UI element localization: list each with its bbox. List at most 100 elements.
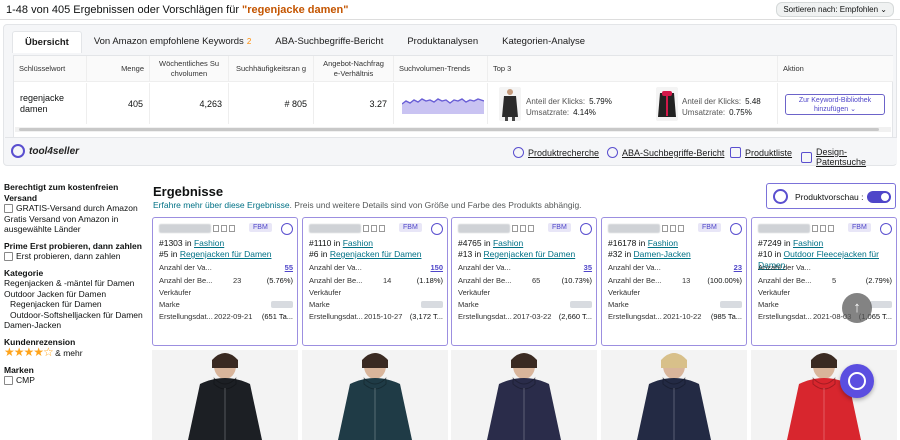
variants-row: Anzahl der Va... 150 [309,263,443,273]
copy-icon[interactable] [670,225,676,232]
fulfillment-badge: FBM [399,223,422,232]
row-label: Marke [309,300,330,309]
tool4seller-logo-icon[interactable] [730,223,742,235]
product-image[interactable] [451,350,597,440]
top3-product-image-2[interactable] [656,87,678,121]
row-label: Anzahl der Va... [758,263,811,272]
link-design-patent-search[interactable]: Design-Patentsuche [801,147,897,167]
row-label: Erstellungsdat... [309,312,363,321]
variants-count-link[interactable]: 55 [285,263,293,272]
created-date: 2021-10-22 [663,312,702,321]
jacket-image [302,350,448,440]
filter-brand-cmp[interactable]: CMP [4,375,144,386]
link-product-research[interactable]: Produktrecherche [513,147,599,158]
category-link[interactable]: Damen-Jacken [4,320,144,331]
target-icon [513,147,524,158]
copy-icon[interactable] [828,225,834,232]
filter-four-stars[interactable]: ★★★★☆ & mehr [4,346,144,359]
checkbox[interactable] [4,204,13,213]
created-row: Erstellungsdat... 2021-10-22 (985 Ta... [608,312,742,322]
copy-icon[interactable] [221,225,227,232]
tab-product-analysis[interactable]: Produktanalysen [395,31,490,53]
rank-line: #1303 in Fashion [159,238,225,248]
rank-category-link[interactable]: Regenjacken für Damen [180,249,272,259]
conversion-rate: Umsatzrate: 4.14% [526,107,612,118]
filter-heading-free-shipping: Berechtigt zum kostenfreien Versand [4,182,119,203]
copy-icon[interactable] [528,225,534,232]
rank-category-link[interactable]: Regenjacken für Damen [330,249,422,259]
category-link[interactable]: Regenjacken für Damen [4,299,144,310]
rank-category-link[interactable]: Fashion [793,238,823,248]
col-quantity: Menge [87,56,150,82]
row-label: Erstellungsdat... [758,312,812,321]
link-product-list[interactable]: Produktliste [730,147,792,158]
tool4seller-logo-icon[interactable] [580,223,592,235]
table-horizontal-scrollbar[interactable] [15,127,891,132]
rank-category-link[interactable]: Fashion [648,238,678,248]
variants-count-link[interactable]: 150 [430,263,443,272]
product-image[interactable] [302,350,448,440]
tool4seller-logo-icon[interactable] [281,223,293,235]
category-link[interactable]: Outdoor-Softshelljacken für Damen [4,310,144,321]
product-image[interactable] [751,350,897,440]
variants-count-link[interactable]: 23 [734,263,742,272]
copy-icon[interactable] [213,225,219,232]
link-aba-report[interactable]: ABA-Suchbegriffe-Bericht [607,147,724,158]
sort-dropdown[interactable]: Sortieren nach: Empfohlen ⌄ [776,2,894,17]
rank-category-link[interactable]: Regenjacken für Damen [484,249,576,259]
filter-try-before-buy[interactable]: Erst probieren, dann zahlen [4,251,144,262]
tool4seller-fab-button[interactable] [840,364,874,398]
jacket-image [751,350,897,440]
checkbox[interactable] [4,376,13,385]
filter-option-label: CMP [16,375,35,385]
rank-category-link[interactable]: Fashion [343,238,373,248]
stars-suffix: & mehr [55,348,83,358]
tool4seller-logo-icon[interactable] [880,223,892,235]
rank-value: #1303 [159,238,183,248]
copy-icon[interactable] [371,225,377,232]
copy-icon[interactable] [812,225,818,232]
product-image[interactable] [152,350,298,440]
rank-line: #1110 in Fashion [309,238,373,248]
top3-product-image-1[interactable] [499,87,521,121]
scrollbar-thumb[interactable] [19,128,879,131]
rank-category-link[interactable]: Damen-Jacken [634,249,691,259]
copy-icon[interactable] [379,225,385,232]
copy-icon[interactable] [820,225,826,232]
click-share-value: 5.79% [589,97,612,106]
checkbox[interactable] [4,252,13,261]
copy-icon[interactable] [520,225,526,232]
tool4seller-logo-icon[interactable] [431,223,443,235]
variants-row: Anzahl der Va... 23 [608,263,742,273]
copy-icon[interactable] [363,225,369,232]
tab-label: Von Amazon empfohlene Keywords [93,36,244,47]
brand-redacted [271,301,293,308]
tab-overview[interactable]: Übersicht [12,31,82,53]
category-link[interactable]: Regenjacken & -mäntel für Damen [4,278,144,289]
row-label: Verkäufer [159,288,192,297]
fulfillment-badge: FBM [848,223,871,232]
product-title-redacted [309,224,361,233]
copy-icons [363,225,385,232]
tab-category-analysis[interactable]: Kategorien-Analyse [490,31,597,53]
rank-category-link[interactable]: Fashion [493,238,523,248]
rank-category-link[interactable]: Fashion [194,238,224,248]
rank-value: #10 [758,249,773,259]
arrow-up-icon[interactable]: ↑ [842,293,872,323]
learn-more-link[interactable]: Erfahre mehr über diese Ergebnisse [153,200,290,210]
copy-icon[interactable] [229,225,235,232]
results-subtitle-text: . Preis und weitere Details sind von Grö… [289,200,582,210]
product-image[interactable] [601,350,747,440]
copy-icon[interactable] [678,225,684,232]
copy-icon[interactable] [662,225,668,232]
tab-recommended-keywords[interactable]: Von Amazon empfohlene Keywords 2 [82,31,263,53]
tab-aba-report[interactable]: ABA-Suchbegriffe-Bericht [263,31,395,53]
category-link[interactable]: Outdoor Jacken für Damen [4,289,144,300]
filter-free-shipping[interactable]: GRATIS-Versand durch Amazon [4,203,144,214]
created-row: Erstellungsdat... 2022-09-21 (651 Ta... [159,312,293,322]
variants-count-link[interactable]: 35 [584,263,592,272]
add-to-keyword-library-button[interactable]: Zur Keyword-Bibliothek hinzufügen ⌄ [785,94,885,115]
copy-icon[interactable] [512,225,518,232]
product-preview-toggle[interactable] [867,191,891,203]
results-prefix: 1-48 von 405 Ergebnissen oder Vorschläge… [6,4,243,16]
